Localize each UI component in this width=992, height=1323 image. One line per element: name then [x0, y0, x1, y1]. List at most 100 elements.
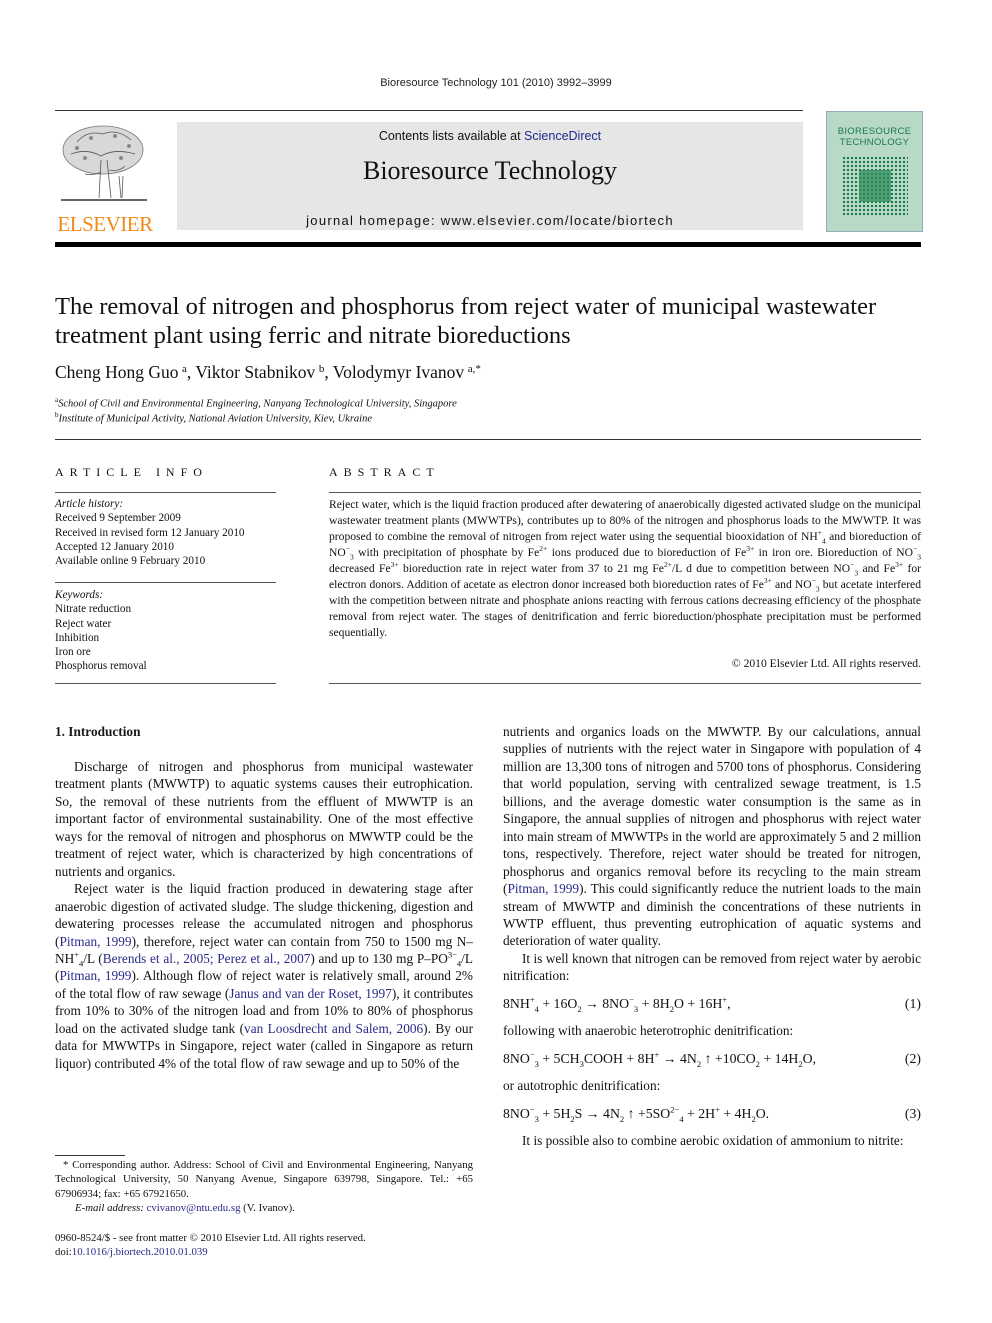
journal-homepage[interactable]: journal homepage: www.elsevier.com/locat…	[177, 213, 803, 228]
abstract-text-segment: ions produced due to bioreduction of Fe	[551, 546, 747, 559]
abstract-text-segment: and Fe	[862, 562, 896, 575]
affiliation-rule	[55, 439, 921, 440]
abstract-text-segment: bioreduction rate in reject water from 3…	[402, 562, 664, 575]
divider	[55, 683, 276, 684]
equation-3: 8NO−3 + 5H2S → 4N2 ↑ +5SO2−4 + 2H+ + 4H2…	[503, 1104, 921, 1124]
keyword: Reject water	[55, 617, 112, 630]
citation-link[interactable]: Pitman, 1999	[507, 881, 579, 896]
article-info-heading: ARTICLE INFO	[55, 465, 208, 479]
email-suffix: (V. Ivanov).	[240, 1202, 295, 1215]
keyword: Iron ore	[55, 646, 91, 659]
paragraph: or autotrophic denitrification:	[503, 1078, 661, 1094]
author-name: Viktor Stabnikov	[195, 362, 316, 382]
affiliation-text: School of Civil and Environmental Engine…	[58, 398, 457, 410]
masthead-thick-rule	[55, 242, 921, 247]
paragraph: It is possible also to combine aerobic o…	[522, 1133, 904, 1149]
elsevier-logo[interactable]: ELSEVIER	[55, 120, 155, 236]
divider	[55, 582, 276, 583]
author-marks: a,*	[467, 363, 481, 375]
email-line: E-mail address: cvivanov@ntu.edu.sg (V. …	[55, 1201, 473, 1215]
paragraph: Discharge of nitrogen and phosphorus fro…	[55, 759, 473, 879]
equation-1: 8NH+4 + 16O2 → 8NO−3 + 8H2O + 16H+, (1)	[503, 994, 921, 1014]
paragraph: It is well known that nitrogen can be re…	[503, 950, 921, 984]
cover-title-line2: TECHNOLOGY	[839, 137, 910, 148]
citation-link[interactable]: van Loosdrecht and Salem, 2006	[244, 1021, 423, 1036]
equation-body: 8NH+4 + 16O2 → 8NO−3 + 8H2O + 16H+,	[503, 994, 731, 1014]
abstract-heading: ABSTRACT	[329, 465, 440, 479]
issn-line: 0960-8524/$ - see front matter © 2010 El…	[55, 1232, 366, 1244]
elsevier-wordmark: ELSEVIER	[57, 212, 153, 236]
email-link[interactable]: cvivanov@ntu.edu.sg	[147, 1202, 241, 1214]
citation-link[interactable]: Berends et al., 2005; Perez et al., 2007	[103, 951, 311, 966]
paragraph: nutrients and organics loads on the MWWT…	[503, 723, 921, 950]
author-separator: ,	[324, 362, 333, 382]
divider	[329, 683, 921, 684]
author-name: Cheng Hong Guo	[55, 362, 179, 382]
corresponding-author-note: * Corresponding author. Address: School …	[55, 1159, 473, 1200]
keywords: Keywords: Nitrate reduction Reject water…	[55, 588, 147, 674]
history-item: Accepted 12 January 2010	[55, 540, 174, 553]
cover-title-line1: BIORESOURCE	[837, 126, 912, 137]
sciencedirect-link[interactable]: ScienceDirect	[524, 129, 601, 143]
history-item: Received 9 September 2009	[55, 512, 181, 525]
equation-body: 8NO−3 + 5H2S → 4N2 ↑ +5SO2−4 + 2H+ + 4H2…	[503, 1104, 770, 1124]
right-column: nutrients and organics loads on the MWWT…	[503, 723, 921, 1150]
abstract-text-segment: /L d due to competition between NO	[671, 562, 851, 575]
keyword: Inhibition	[55, 631, 100, 644]
affiliation-a: aSchool of Civil and Environmental Engin…	[55, 396, 457, 410]
doi-label: doi:	[55, 1246, 72, 1259]
author[interactable]: Viktor Stabnikov b	[195, 362, 324, 382]
citation-link[interactable]: Pitman, 1999	[59, 934, 131, 949]
footnote: * Corresponding author. Address: School …	[55, 1158, 473, 1216]
journal-title[interactable]: Bioresource Technology	[177, 156, 803, 186]
author[interactable]: Volodymyr Ivanov a,*	[333, 362, 481, 382]
elsevier-tree-icon	[57, 120, 151, 206]
citation-link[interactable]: Pitman, 1999	[59, 968, 131, 983]
paragraph: Reject water is the liquid fraction prod…	[55, 881, 474, 1071]
journal-banner: Contents lists available at ScienceDirec…	[177, 122, 803, 230]
equation-number: (1)	[904, 995, 921, 1011]
footnote-rule	[55, 1155, 125, 1156]
cover-dot-core	[859, 170, 891, 202]
equation-number: (3)	[904, 1105, 921, 1121]
equation-body: 8NO−3 + 5CH3COOH + 8H+ → 4N2 ↑ +10CO2 + …	[503, 1049, 817, 1069]
keyword: Nitrate reduction	[55, 603, 132, 616]
divider	[329, 492, 921, 493]
contents-prefix: Contents lists available at	[378, 129, 525, 143]
section-heading-introduction: 1. Introduction	[55, 724, 141, 739]
abstract-text-segment: with precipitation of phosphate by Fe	[358, 546, 540, 559]
abstract-copyright: © 2010 Elsevier Ltd. All rights reserved…	[731, 657, 921, 670]
history-item: Available online 9 February 2010	[55, 555, 206, 568]
article-title: The removal of nitrogen and phosphorus f…	[55, 293, 877, 349]
keyword: Phosphorus removal	[55, 660, 147, 673]
keywords-label: Keywords:	[55, 589, 104, 601]
author[interactable]: Cheng Hong Guo a	[55, 362, 187, 382]
contents-line: Contents lists available at ScienceDirec…	[177, 129, 803, 143]
history-item: Received in revised form 12 January 2010	[55, 526, 245, 539]
affiliation-b: bInstitute of Municipal Activity, Nation…	[55, 411, 372, 425]
doi-link[interactable]: 10.1016/j.biortech.2010.01.039	[72, 1246, 208, 1258]
abstract-body: Reject water, which is the liquid fracti…	[329, 498, 922, 639]
article-history: Article history: Received 9 September 20…	[55, 497, 245, 568]
journal-cover-thumbnail[interactable]: BIORESOURCE TECHNOLOGY	[826, 111, 923, 232]
paragraph: following with anaerobic heterotrophic d…	[503, 1023, 794, 1039]
divider	[55, 492, 276, 493]
history-label: Article history:	[55, 498, 124, 510]
front-matter: 0960-8524/$ - see front matter © 2010 El…	[55, 1231, 366, 1260]
affiliation-text: Institute of Municipal Activity, Nationa…	[58, 413, 373, 425]
text: nutrients and organics loads on the MWWT…	[503, 724, 921, 897]
header-rule	[55, 110, 803, 111]
abstract-text-segment: in iron ore. Bioreduction of NO	[758, 546, 914, 559]
email-label: E-mail address:	[75, 1202, 147, 1215]
cover-title: BIORESOURCE TECHNOLOGY	[827, 126, 922, 148]
citation-link[interactable]: Janus and van der Roset, 1997	[229, 986, 392, 1001]
equation-2: 8NO−3 + 5CH3COOH + 8H+ → 4N2 ↑ +10CO2 + …	[503, 1049, 921, 1069]
left-column: Discharge of nitrogen and phosphorus fro…	[55, 758, 473, 1072]
author-list: Cheng Hong Guo a, Viktor Stabnikov b, Vo…	[55, 362, 481, 383]
doi-line: doi:10.1016/j.biortech.2010.01.039	[55, 1245, 366, 1259]
running-head: Bioresource Technology 101 (2010) 3992–3…	[380, 77, 612, 89]
equation-number: (2)	[904, 1050, 921, 1066]
text: /L (	[83, 950, 103, 966]
abstract-text-segment: and NO	[775, 578, 812, 591]
author-name: Volodymyr Ivanov	[332, 362, 465, 382]
